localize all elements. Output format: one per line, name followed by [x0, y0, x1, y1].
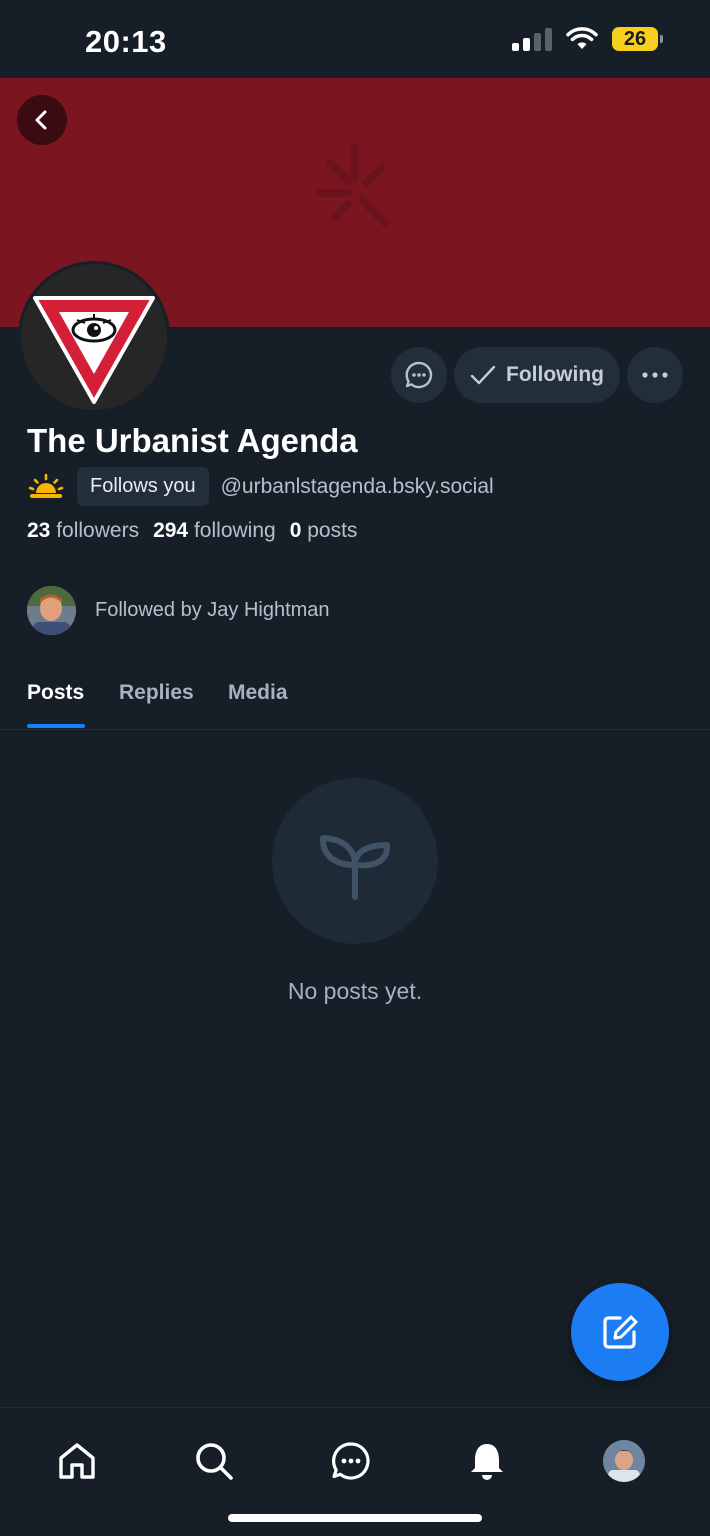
chevron-left-icon	[35, 110, 47, 130]
sunrise-emoji	[28, 473, 64, 498]
tab-posts[interactable]: Posts	[27, 681, 84, 705]
yield-eye-logo	[21, 264, 167, 410]
wifi-icon	[566, 27, 598, 49]
empty-state-icon-circle	[272, 778, 438, 944]
active-tab-indicator	[27, 724, 85, 728]
checkmark-icon	[470, 365, 496, 385]
bell-icon	[471, 1444, 503, 1480]
status-icons: 26	[512, 27, 663, 51]
empty-state-message: No posts yet.	[287, 978, 423, 1004]
profile-screen: 20:13 26 Following The Urbanist Agenda F…	[0, 0, 710, 1536]
battery-icon: 26	[612, 27, 663, 51]
more-options-button[interactable]	[627, 347, 683, 403]
message-button[interactable]	[391, 347, 447, 403]
followers-stat[interactable]: 23 followers	[27, 519, 139, 543]
ellipsis-icon	[642, 372, 668, 378]
status-time: 20:13	[85, 24, 167, 59]
follows-you-badge: Follows you	[77, 467, 209, 506]
nav-home[interactable]	[50, 1434, 104, 1488]
profile-tabs: Posts Replies Media	[0, 664, 710, 730]
chat-bubble-icon	[405, 361, 433, 389]
tab-replies[interactable]: Replies	[119, 681, 194, 705]
cellular-signal-icon	[512, 27, 552, 51]
posts-count: 0	[289, 519, 302, 542]
profile-stats: 23 followers 294 following 0 posts	[27, 519, 357, 543]
following-stat-label: following	[193, 519, 276, 542]
nav-search[interactable]	[187, 1434, 241, 1488]
follower-avatar	[27, 586, 76, 635]
nav-notifications[interactable]	[460, 1434, 514, 1488]
banner-logo-watermark	[316, 144, 389, 227]
search-icon	[196, 1443, 233, 1480]
sprout-icon	[320, 835, 390, 900]
nav-profile[interactable]	[597, 1434, 651, 1488]
following-label: Following	[506, 363, 604, 386]
status-bar: 20:13 26	[0, 0, 710, 78]
followers-count: 23	[27, 519, 51, 542]
back-button[interactable]	[17, 95, 67, 145]
followed-by-row[interactable]: Followed by Jay Hightman	[27, 586, 330, 635]
following-stat[interactable]: 294 following	[153, 519, 276, 543]
home-icon	[59, 1443, 95, 1479]
display-name: The Urbanist Agenda	[27, 422, 358, 459]
followers-label: followers	[56, 519, 140, 542]
nav-messages[interactable]	[324, 1434, 378, 1488]
home-indicator	[228, 1514, 482, 1522]
profile-handle: @urbanlstagenda.bsky.social	[220, 474, 494, 498]
compose-post-button[interactable]	[571, 1283, 669, 1381]
tab-media[interactable]: Media	[228, 681, 288, 705]
handle-row: Follows you @urbanlstagenda.bsky.social	[27, 467, 494, 506]
profile-avatar-icon	[603, 1440, 645, 1482]
compose-icon	[603, 1315, 638, 1349]
chat-icon	[332, 1442, 370, 1480]
following-count: 294	[153, 519, 189, 542]
followed-by-text: Followed by Jay Hightman	[95, 599, 330, 621]
profile-avatar[interactable]	[18, 261, 170, 413]
posts-stat: 0 posts	[290, 519, 358, 543]
following-button[interactable]: Following	[454, 347, 620, 403]
posts-label: posts	[307, 519, 358, 542]
